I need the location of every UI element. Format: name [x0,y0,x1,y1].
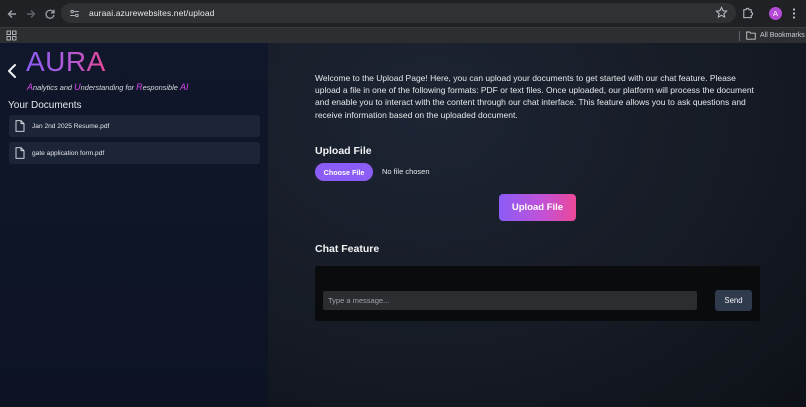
brand-tagline: Analytics and Understanding for Responsi… [27,82,188,92]
profile-avatar[interactable]: A [769,7,782,20]
document-item[interactable]: gate application form.pdf [9,142,260,164]
all-bookmarks-button[interactable]: All Bookmarks [746,29,805,42]
tagline-initial: AI [179,82,189,92]
forward-nav-icon[interactable] [22,5,40,23]
tagline-text: nalytics and [33,83,75,92]
browser-menu-icon[interactable] [790,7,798,20]
documents-title: Your Documents [8,100,82,111]
send-button[interactable]: Send [715,290,752,311]
main-content: Welcome to the Upload Page! Here, you ca… [268,43,806,407]
address-bar[interactable]: auraai.azurewebsites.net/upload [61,3,736,23]
extensions-puzzle-icon[interactable] [741,6,754,19]
document-item[interactable]: Jan 2nd 2025 Resume.pdf [9,115,260,137]
file-icon [15,120,25,132]
tagline-text: esponsible [142,83,180,92]
chat-panel: Send [315,266,760,321]
file-status-text: No file chosen [382,167,430,176]
bookmarks-bar: All Bookmarks [0,27,806,43]
brand-logo-text: AURA [26,46,106,77]
all-bookmarks-label: All Bookmarks [760,32,805,39]
file-icon [15,147,25,159]
document-name: Jan 2nd 2025 Resume.pdf [32,122,110,130]
upload-file-heading: Upload File [315,145,372,157]
intro-paragraph: Welcome to the Upload Page! Here, you ca… [315,73,754,120]
reload-icon[interactable] [41,5,59,23]
sidebar: AURA Analytics and Understanding for Res… [0,43,268,407]
tagline-text: nderstanding for [80,83,137,92]
back-nav-icon[interactable] [3,5,21,23]
bookmark-star-icon[interactable] [715,6,728,19]
document-name: gate application form.pdf [32,149,105,157]
browser-toolbar: auraai.azurewebsites.net/upload A [0,0,806,27]
apps-grid-icon[interactable] [6,30,17,41]
choose-file-button[interactable]: Choose File [315,163,373,181]
folder-icon [746,31,756,40]
chevron-left-icon[interactable] [5,62,19,80]
chat-message-input[interactable] [323,291,697,310]
bookmarks-divider [739,31,740,41]
chat-feature-heading: Chat Feature [315,243,380,255]
upload-file-button[interactable]: Upload File [499,194,576,221]
site-info-icon[interactable] [67,6,81,20]
url-text[interactable]: auraai.azurewebsites.net/upload [89,8,215,18]
